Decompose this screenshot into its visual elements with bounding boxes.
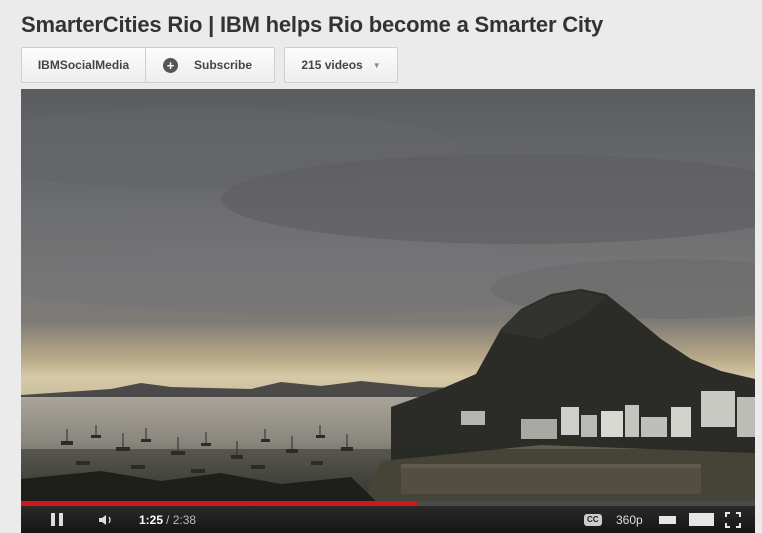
small-player-button[interactable] [659,506,676,533]
captions-label: CC [584,513,602,526]
time-display: 1:25 / 2:38 [139,506,196,533]
captions-button[interactable]: CC [584,506,602,533]
videos-count-label: 215 videos [301,58,363,72]
subscribe-button[interactable]: + Subscribe [146,47,275,83]
channel-bar: IBMSocialMedia + Subscribe 215 videos ▼ [21,47,398,83]
current-time: 1:25 [139,512,164,527]
plus-circle-icon: + [163,57,178,73]
quality-button[interactable]: 360p [616,506,643,533]
pause-icon[interactable] [51,506,67,533]
fullscreen-icon[interactable] [725,506,741,533]
duration: / 2:38 [166,512,197,527]
videos-count-button[interactable]: 215 videos ▼ [284,47,398,83]
video-title: SmarterCities Rio | IBM helps Rio become… [21,12,603,37]
caret-down-icon: ▼ [372,60,381,70]
video-page: SmarterCities Rio | IBM helps Rio become… [0,0,762,533]
video-frame[interactable] [21,89,755,506]
subscribe-label: Subscribe [194,58,253,72]
large-player-button[interactable] [689,506,714,533]
video-scene [21,89,755,506]
player-controls: 1:25 / 2:38 CC 360p [21,506,755,533]
channel-name-button[interactable]: IBMSocialMedia [21,47,146,83]
volume-icon[interactable] [98,506,114,533]
